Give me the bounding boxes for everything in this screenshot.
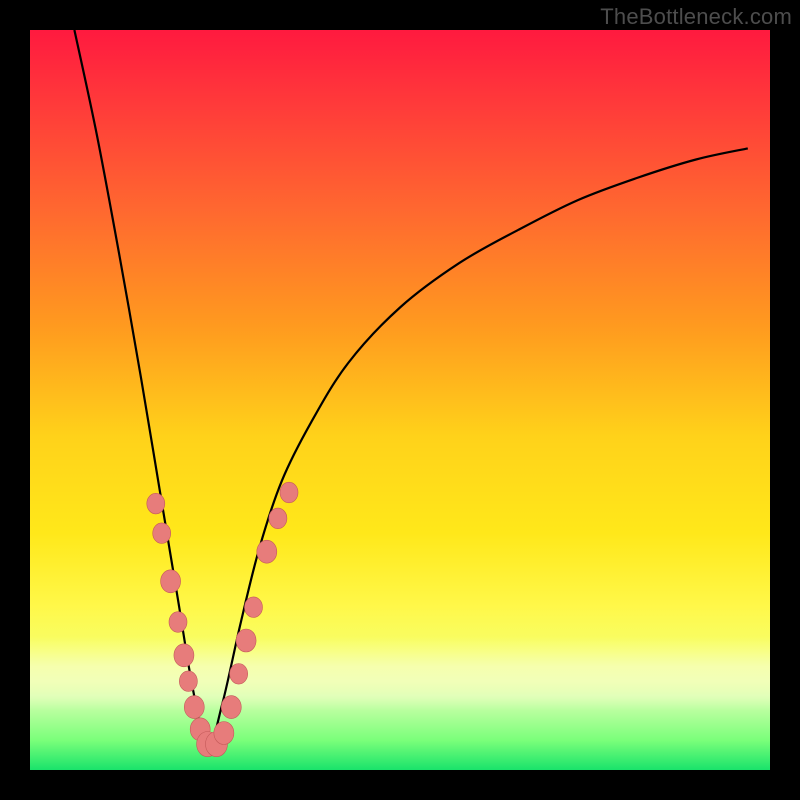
marker-group: [147, 482, 298, 757]
data-marker: [179, 671, 197, 692]
curve-layer: [30, 30, 770, 770]
data-marker: [184, 696, 204, 719]
chart-frame: TheBottleneck.com: [0, 0, 800, 800]
data-marker: [257, 540, 277, 563]
watermark-text: TheBottleneck.com: [600, 4, 792, 30]
data-marker: [221, 696, 241, 719]
bottleneck-curve: [74, 30, 747, 748]
data-marker: [169, 612, 187, 633]
data-marker: [280, 482, 298, 503]
plot-area: [30, 30, 770, 770]
data-marker: [161, 570, 181, 593]
data-marker: [174, 644, 194, 667]
data-marker: [190, 718, 210, 741]
data-marker: [269, 508, 287, 529]
data-marker: [205, 732, 227, 757]
data-marker: [244, 597, 262, 618]
data-marker: [197, 732, 219, 757]
highlight-band: [30, 637, 770, 711]
data-marker: [214, 722, 234, 745]
data-marker: [153, 523, 171, 544]
data-marker: [236, 629, 256, 652]
data-marker: [147, 493, 165, 514]
data-marker: [230, 664, 248, 685]
